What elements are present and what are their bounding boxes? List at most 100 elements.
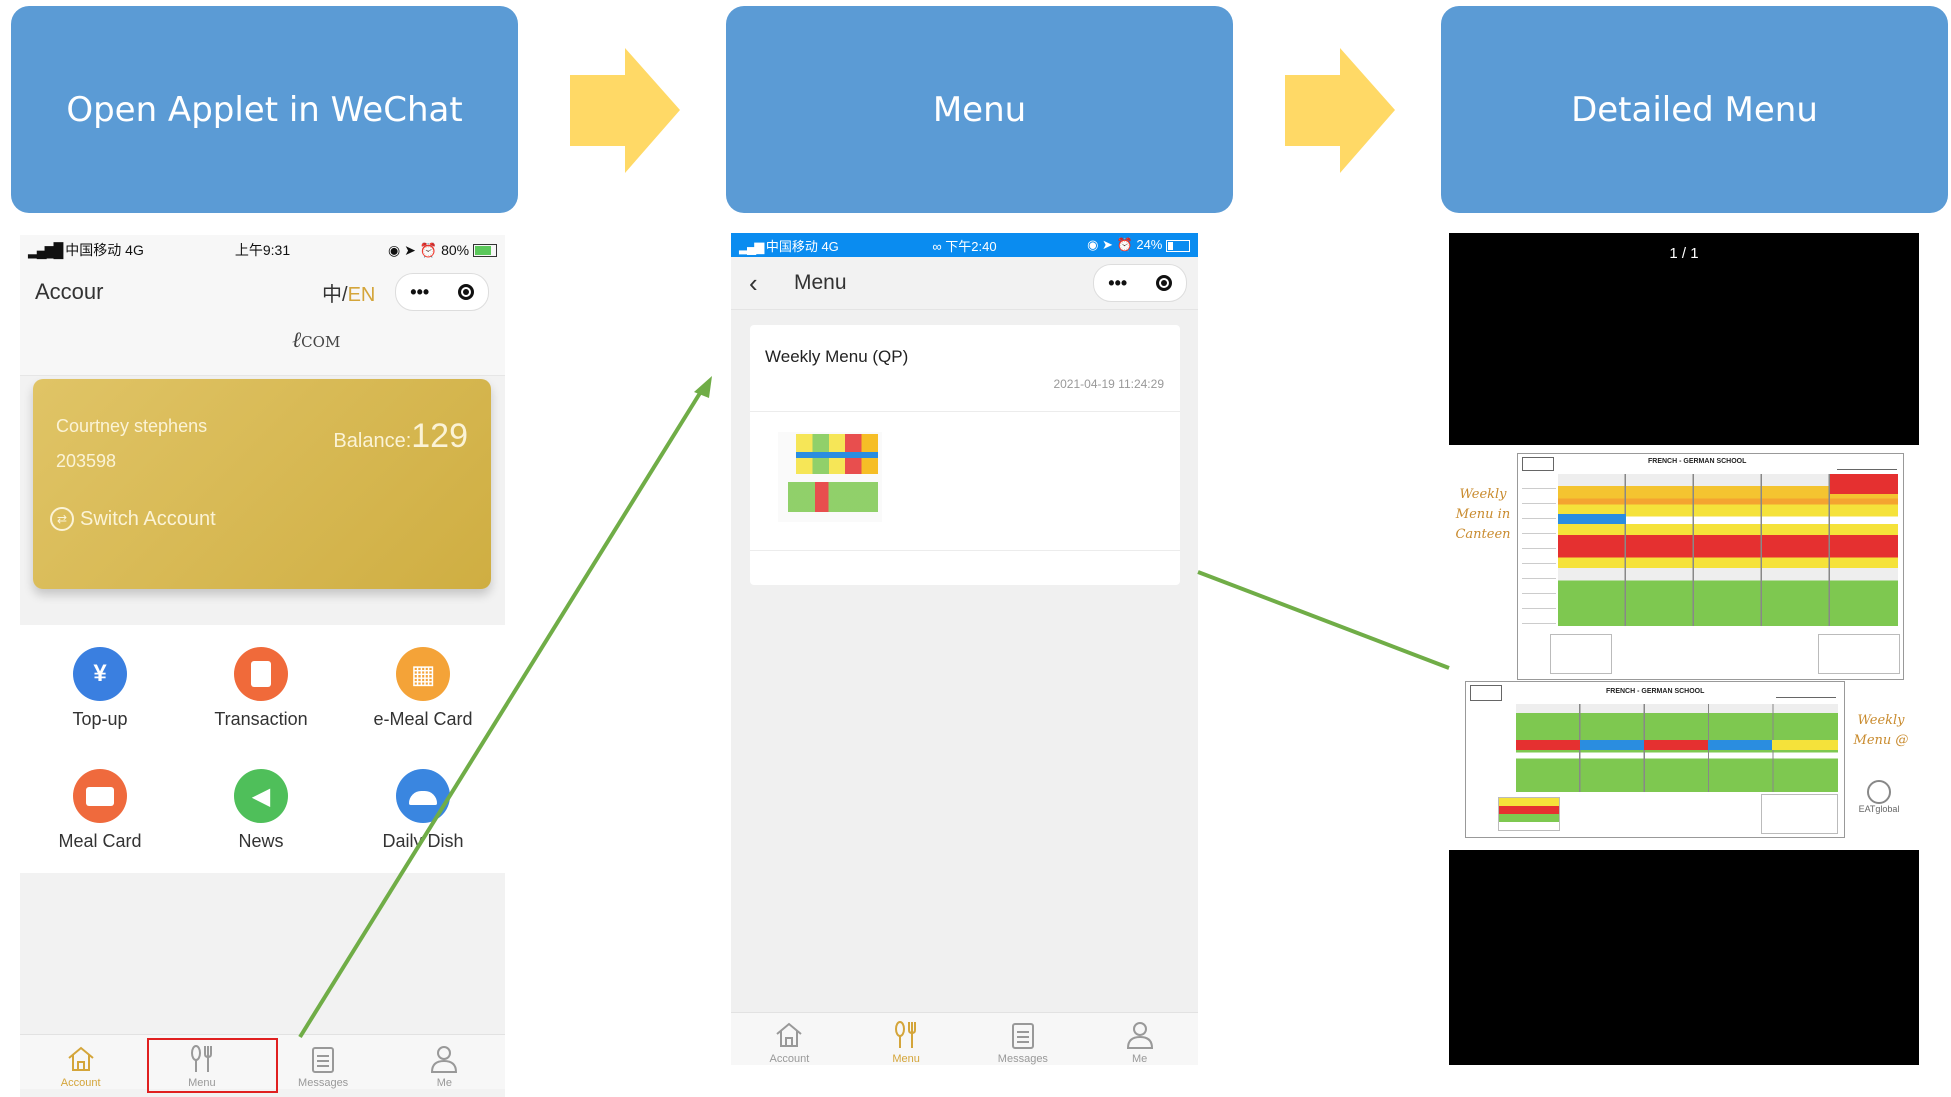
grid-item-e-meal-card[interactable]: ▦ e-Meal Card bbox=[353, 647, 493, 730]
highlight-red-cell bbox=[1516, 740, 1580, 750]
balance: Balance:129 bbox=[333, 417, 468, 456]
lang-en: EN bbox=[347, 283, 376, 306]
highlight-red-cell bbox=[1644, 740, 1708, 750]
alarm-icon: ◉ ➤ ⏰ bbox=[388, 241, 438, 258]
tab-label: Account bbox=[769, 1053, 810, 1065]
qr-code-icon: ▦ bbox=[396, 647, 450, 701]
tab-messages[interactable]: Messages bbox=[965, 1013, 1082, 1065]
menu-item-title: Weekly Menu (QP) bbox=[765, 347, 909, 366]
grid-label: Meal Card bbox=[58, 831, 142, 851]
caterer-logo-icon bbox=[1522, 457, 1554, 471]
logo-text: COM bbox=[301, 333, 341, 351]
language-toggle[interactable]: 中/EN bbox=[322, 278, 375, 307]
card-icon bbox=[73, 769, 127, 823]
account-name: Courtney stephens bbox=[56, 416, 208, 436]
utensils-icon bbox=[895, 1021, 917, 1048]
more-icon[interactable]: ••• bbox=[1108, 273, 1127, 294]
tab-label: Account bbox=[60, 1077, 101, 1089]
logo-bar: ℓCOM bbox=[20, 319, 505, 376]
divider bbox=[750, 550, 1180, 551]
notes-box bbox=[1761, 794, 1838, 834]
step-header-detailed-menu: Detailed Menu bbox=[1441, 6, 1948, 213]
tab-label: Messages bbox=[997, 1053, 1048, 1065]
tab-label: Me bbox=[1131, 1053, 1148, 1065]
document-icon bbox=[234, 647, 288, 701]
nav-bar: Accour 中/EN ••• bbox=[20, 265, 505, 319]
speaker-icon: ◀ bbox=[234, 769, 288, 823]
balance-label: Balance: bbox=[333, 430, 412, 452]
mini-program-capsule: ••• bbox=[395, 273, 489, 311]
divider bbox=[750, 411, 1180, 412]
highlight-yellow-cell bbox=[1772, 740, 1838, 750]
handwritten-note: Weekly Menu @ bbox=[1853, 713, 1909, 748]
grid-item-transaction[interactable]: Transaction bbox=[191, 647, 331, 730]
handwritten-note: Weekly Menu in Canteen bbox=[1455, 487, 1511, 542]
person-icon bbox=[1126, 1022, 1153, 1049]
status-bar: ▂▄▆ 中国移动 4G ∞ 下午2:40 ◉ ➤ ⏰ 24% bbox=[731, 233, 1198, 257]
menu-list-item[interactable]: Weekly Menu (QP) 2021-04-19 11:24:29 bbox=[750, 325, 1180, 585]
logo-mark-icon: ℓ bbox=[292, 328, 302, 353]
page-title: Accour bbox=[35, 279, 104, 304]
link-icon: ∞ bbox=[932, 238, 942, 254]
menu-image[interactable]: FRENCH - GERMAN SCHOOL Weekly Menu in Ca… bbox=[1449, 445, 1919, 850]
menu-sheet-top: FRENCH - GERMAN SCHOOL bbox=[1517, 453, 1904, 680]
step-header-label: Menu bbox=[932, 89, 1027, 130]
status-bar: ▂▄▆█ 中国移动 4G 上午9:31 ◉ ➤ ⏰ 80% bbox=[20, 235, 505, 265]
tab-label: Messages bbox=[298, 1077, 349, 1089]
menu-tab-highlight bbox=[147, 1038, 278, 1093]
grid-label: e-Meal Card bbox=[373, 709, 473, 729]
status-carrier: ▂▄▆█ 中国移动 4G bbox=[28, 240, 144, 260]
tab-account[interactable]: Account bbox=[20, 1035, 141, 1089]
back-chevron-icon[interactable]: ‹ bbox=[749, 268, 758, 299]
menu-thumbnail[interactable] bbox=[778, 432, 882, 522]
company-logo: ℓCOM bbox=[292, 327, 340, 353]
grid-item-news[interactable]: ◀ News bbox=[191, 769, 331, 852]
signal-icon: ▂▄▆ bbox=[739, 238, 764, 254]
status-battery: ◉ ➤ ⏰ 24% bbox=[1087, 237, 1190, 253]
more-icon[interactable]: ••• bbox=[410, 282, 429, 303]
switch-icon: ⇄ bbox=[50, 507, 74, 531]
brand-text: EATglobal bbox=[1858, 804, 1900, 814]
switch-account-button[interactable]: ⇄ Switch Account bbox=[50, 507, 216, 531]
sheet-title: FRENCH - GERMAN SCHOOL bbox=[1648, 458, 1747, 465]
nav-bar: ‹ Menu ••• bbox=[731, 257, 1198, 310]
home-icon bbox=[776, 1022, 803, 1047]
tab-account[interactable]: Account bbox=[731, 1013, 848, 1065]
highlight-blue-cell bbox=[1708, 740, 1772, 750]
legend-box bbox=[1498, 797, 1560, 831]
grid-item-top-up[interactable]: ¥ Top-up bbox=[30, 647, 170, 730]
tab-me[interactable]: Me bbox=[384, 1035, 505, 1089]
step-header-open-applet: Open Applet in WeChat bbox=[11, 6, 518, 213]
caterer-logo-icon bbox=[1470, 685, 1502, 701]
phone-screen-image-viewer: 1 / 1 FRENCH - GERMAN SCHOOL Weekly Menu… bbox=[1449, 233, 1919, 1065]
menu-grid bbox=[1558, 474, 1898, 626]
tab-menu[interactable]: Menu bbox=[848, 1013, 965, 1065]
flow-arrow-icon bbox=[1285, 48, 1395, 173]
yen-shield-icon: ¥ bbox=[73, 647, 127, 701]
step-header-label: Open Applet in WeChat bbox=[66, 89, 463, 130]
grid-item-daily-dish[interactable]: Daily Dish bbox=[353, 769, 493, 852]
grid-label: Top-up bbox=[72, 709, 128, 729]
tab-bar: Account Menu Messages Me bbox=[731, 1012, 1198, 1065]
status-carrier: ▂▄▆ 中国移动 4G bbox=[739, 236, 839, 255]
grid-item-meal-card[interactable]: Meal Card bbox=[30, 769, 170, 852]
menu-sheet-bottom: FRENCH - GERMAN SCHOOL bbox=[1465, 681, 1845, 838]
highlight-blue-cell bbox=[1558, 514, 1626, 524]
close-target-icon[interactable] bbox=[1155, 275, 1172, 291]
close-target-icon[interactable] bbox=[457, 284, 474, 300]
battery-icon bbox=[473, 244, 497, 258]
step-header-menu: Menu bbox=[726, 6, 1233, 213]
image-counter: 1 / 1 bbox=[1669, 245, 1699, 262]
grid-label: Daily Dish bbox=[382, 831, 464, 851]
eatglobal-logo: EATglobal bbox=[1844, 780, 1914, 814]
tab-me[interactable]: Me bbox=[1081, 1013, 1198, 1065]
carrier-text: 中国移动 4G bbox=[765, 238, 839, 254]
clipboard-icon bbox=[312, 1047, 335, 1073]
clipboard-icon bbox=[1011, 1023, 1034, 1049]
cloche-icon bbox=[396, 769, 450, 823]
mini-program-capsule: ••• bbox=[1093, 264, 1187, 302]
highlight-blue-cell bbox=[1580, 740, 1644, 750]
row-labels bbox=[1522, 474, 1556, 626]
tab-label: Menu bbox=[892, 1053, 920, 1065]
tab-messages[interactable]: Messages bbox=[263, 1035, 384, 1089]
